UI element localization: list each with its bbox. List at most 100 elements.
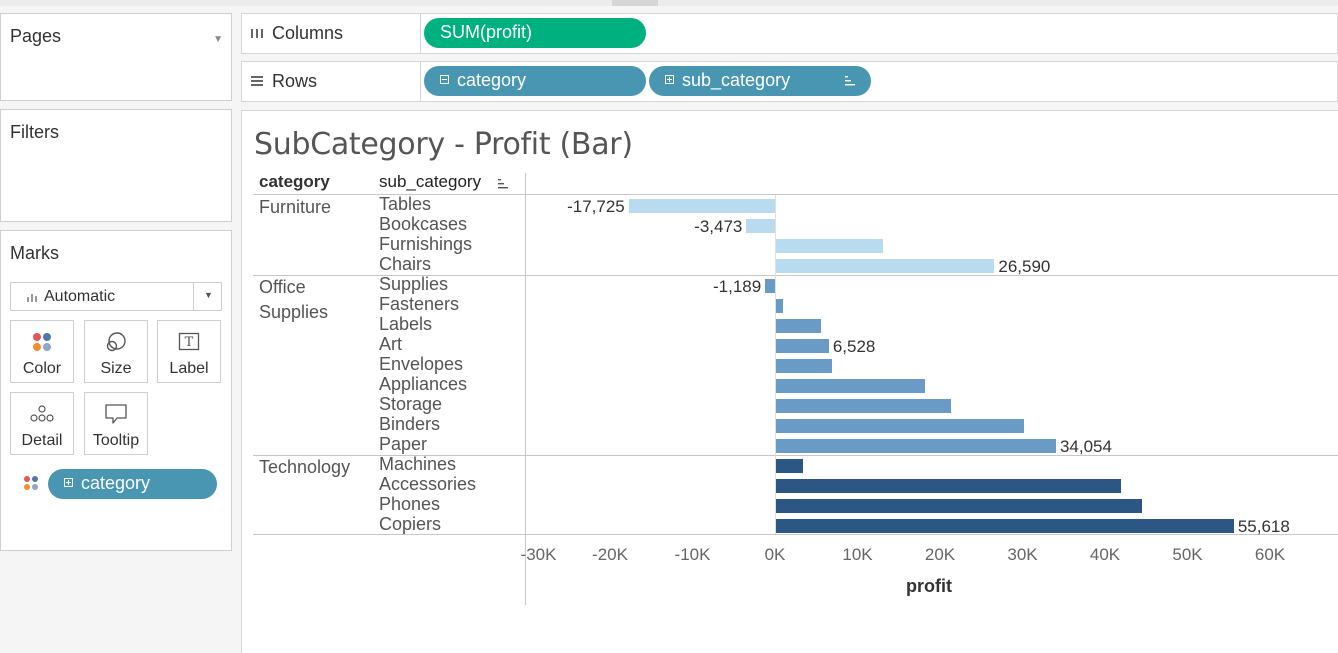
sub-category-label[interactable]: Tables [379, 194, 431, 214]
x-tick-label: 20K [924, 545, 956, 564]
label-button[interactable]: T Label [157, 320, 221, 383]
color-icon [33, 333, 51, 351]
x-tick-label: -10K [674, 545, 711, 564]
x-tick-label: -20K [592, 545, 628, 564]
label-button-label: Label [169, 360, 209, 377]
profit-bar[interactable] [775, 419, 1025, 433]
color-button[interactable]: Color [10, 320, 74, 383]
filters-card[interactable]: Filters [0, 109, 232, 222]
filters-title: Filters [10, 122, 59, 142]
sub-category-label[interactable]: Supplies [379, 274, 448, 294]
profit-bar[interactable] [775, 399, 951, 413]
pages-dropdown-icon[interactable]: ▼ [213, 34, 223, 45]
mark-type-select[interactable]: Automatic ▼ [10, 282, 222, 311]
rows-label: Rows [272, 71, 318, 91]
shelf-divider [420, 14, 421, 53]
sub-category-label[interactable]: Art [379, 334, 402, 354]
data-label: -3,473 [694, 217, 743, 236]
category-column-header[interactable]: category [259, 172, 330, 192]
data-label: 6,528 [832, 337, 876, 356]
detail-button-label: Detail [21, 432, 63, 449]
category-label[interactable]: Technology [259, 455, 350, 480]
color-category-pill-label: category [81, 473, 151, 493]
category-label-line: Supplies [259, 302, 329, 322]
category-label[interactable]: Furniture [259, 195, 331, 220]
data-label: 26,590 [998, 257, 1051, 276]
active-toolbar-tab[interactable] [612, 0, 658, 6]
mark-type-caret[interactable]: ▼ [193, 283, 221, 310]
profit-bar[interactable] [775, 519, 1234, 533]
svg-text:T: T [185, 335, 194, 350]
sum-profit-pill[interactable]: SUM(profit) [424, 18, 646, 48]
profit-bar[interactable] [775, 499, 1143, 513]
sub-category-label[interactable]: Bookcases [379, 214, 467, 234]
profit-bar[interactable] [775, 439, 1056, 453]
sub-category-label[interactable]: Labels [379, 314, 432, 334]
mark-type-value: Automatic [44, 288, 116, 305]
sort-descending-icon[interactable] [497, 178, 509, 190]
tooltip-icon [105, 404, 127, 424]
detail-button[interactable]: Detail [10, 392, 74, 455]
sub-category-column-header[interactable]: sub_category [379, 172, 481, 192]
sum-profit-pill-label: SUM(profit) [440, 22, 533, 42]
zero-line [775, 195, 776, 534]
profit-bar[interactable] [775, 299, 783, 313]
chevron-down-icon: ▼ [204, 290, 213, 300]
sub-category-label[interactable]: Chairs [379, 254, 431, 274]
size-icon [106, 332, 126, 352]
category-pill[interactable]: category [424, 66, 646, 96]
sub-category-label[interactable]: Envelopes [379, 354, 463, 374]
category-pill-label: category [457, 70, 527, 90]
expand-icon[interactable] [665, 75, 674, 84]
profit-bar[interactable] [765, 279, 775, 293]
sub-category-label[interactable]: Appliances [379, 374, 467, 394]
x-tick-label: -30K [520, 545, 557, 564]
sub-category-pill[interactable]: sub_category [649, 66, 871, 96]
x-tick-label: 60K [1254, 545, 1286, 564]
detail-icon [30, 405, 54, 422]
profit-bar[interactable] [775, 359, 833, 373]
sub-category-label[interactable]: Storage [379, 394, 442, 414]
expand-icon[interactable] [64, 478, 73, 487]
profit-bar[interactable] [775, 339, 829, 353]
profit-bar[interactable] [775, 479, 1121, 493]
profit-bar[interactable] [746, 219, 775, 233]
sub-category-label[interactable]: Copiers [379, 514, 441, 534]
profit-bar[interactable] [775, 319, 821, 333]
view-title: SubCategory - Profit (Bar) [254, 127, 633, 162]
bar-chart-icon [27, 294, 37, 302]
color-button-label: Color [22, 360, 62, 377]
marks-title: Marks [10, 243, 59, 263]
sub-category-label[interactable]: Accessories [379, 474, 476, 494]
sub-category-label[interactable]: Phones [379, 494, 440, 514]
color-category-pill[interactable]: category [48, 469, 217, 499]
profit-bar[interactable] [775, 379, 925, 393]
profit-bar[interactable] [775, 239, 883, 253]
profit-bar[interactable] [775, 459, 803, 473]
profit-bar[interactable] [628, 199, 775, 213]
pages-card: Pages ▼ [0, 13, 232, 101]
data-label: 34,054 [1059, 437, 1112, 456]
sub-category-pill-label: sub_category [682, 70, 791, 90]
x-tick-label: 0K [764, 545, 786, 564]
x-tick-label: 50K [1172, 545, 1203, 564]
sub-category-label[interactable]: Paper [379, 434, 427, 454]
x-tick-label: 40K [1089, 545, 1121, 564]
size-button[interactable]: Size [84, 320, 148, 383]
pages-title: Pages [10, 26, 62, 46]
axis-rule [253, 534, 1338, 535]
sort-descending-icon[interactable] [844, 75, 856, 87]
collapse-icon[interactable] [440, 75, 449, 84]
tooltip-button[interactable]: Tooltip [84, 392, 148, 455]
pane-divider [525, 173, 526, 605]
sub-category-label[interactable]: Furnishings [379, 234, 472, 254]
columns-label: Columns [272, 23, 344, 43]
sub-category-label[interactable]: Binders [379, 414, 440, 434]
category-label[interactable]: Office Supplies [259, 275, 328, 325]
text-label-icon: T [178, 332, 200, 351]
sub-category-label[interactable]: Fasteners [379, 294, 459, 314]
sub-category-label[interactable]: Machines [379, 454, 456, 474]
category-label-line: Technology [259, 457, 351, 477]
x-axis-title: profit [906, 576, 952, 596]
profit-bar[interactable] [775, 259, 995, 273]
